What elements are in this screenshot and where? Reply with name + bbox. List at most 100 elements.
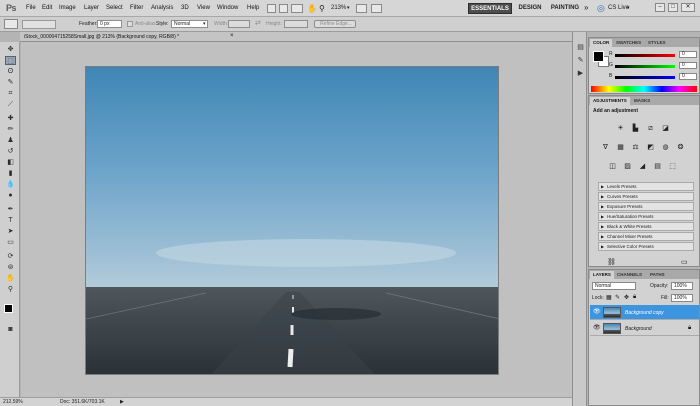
- tab-adjustments[interactable]: ADJUSTMENTS: [590, 97, 630, 105]
- brightness-contrast-icon[interactable]: ☀: [616, 124, 625, 133]
- menu-3d[interactable]: 3D: [181, 5, 189, 11]
- lasso-tool-icon[interactable]: ʘ: [5, 67, 16, 76]
- antialias-checkbox[interactable]: [127, 21, 133, 27]
- chevron-down-icon[interactable]: ▾: [627, 5, 630, 11]
- menu-edit[interactable]: Edit: [42, 5, 52, 11]
- gradient-tool-icon[interactable]: ▮: [5, 169, 16, 178]
- foreground-color-swatch[interactable]: [4, 304, 13, 313]
- history-brush-tool-icon[interactable]: ↺: [5, 147, 16, 156]
- red-slider[interactable]: R 0: [609, 51, 699, 59]
- refine-edge-button[interactable]: Refine Edge...: [314, 20, 356, 28]
- clip-to-layer-icon[interactable]: ⛓: [607, 258, 616, 266]
- eraser-tool-icon[interactable]: ◧: [5, 158, 16, 167]
- shape-tool-icon[interactable]: ▭: [5, 238, 16, 247]
- arrange-documents-icon[interactable]: [356, 4, 367, 13]
- menu-help[interactable]: Help: [247, 5, 259, 11]
- opacity-input[interactable]: 100%: [671, 282, 693, 290]
- document-tab[interactable]: iStock_000004715258Small.jpg @ 213% (Bac…: [20, 32, 572, 42]
- menu-layer[interactable]: Layer: [84, 5, 99, 11]
- 3d-orbit-tool-icon[interactable]: ⊚: [5, 263, 16, 272]
- minibridge-icon[interactable]: [279, 4, 288, 13]
- crop-tool-icon[interactable]: ⌗: [5, 89, 16, 98]
- tab-channels[interactable]: CHANNELS: [614, 271, 645, 279]
- black-white-icon[interactable]: ◩: [646, 143, 655, 152]
- zoom-readout[interactable]: 212.59%: [3, 399, 23, 405]
- clone-stamp-tool-icon[interactable]: ♟: [5, 136, 16, 145]
- panel-options-icon[interactable]: ▭: [681, 258, 688, 266]
- green-slider[interactable]: G 0: [609, 62, 699, 70]
- actions-panel-icon[interactable]: ▶: [576, 69, 585, 78]
- layer-row-background-copy[interactable]: 👁︎ Background copy: [590, 305, 699, 320]
- move-tool-icon[interactable]: ✥: [5, 45, 16, 54]
- preset-black-white[interactable]: Black & White Presets: [598, 222, 694, 231]
- feather-input[interactable]: 0 px: [97, 20, 122, 28]
- lock-all-icon[interactable]: 🔒︎: [633, 294, 636, 301]
- preset-exposure[interactable]: Exposure Presets: [598, 202, 694, 211]
- red-value[interactable]: 0: [679, 51, 697, 58]
- maximize-button[interactable]: □: [668, 3, 678, 12]
- dodge-tool-icon[interactable]: ●: [5, 191, 16, 200]
- menu-window[interactable]: Window: [217, 5, 238, 11]
- hue-saturation-icon[interactable]: ▦: [616, 143, 625, 152]
- tool-preset-icon[interactable]: [4, 19, 18, 29]
- tab-color[interactable]: COLOR: [590, 39, 613, 47]
- foreground-color-swatch[interactable]: [593, 51, 604, 62]
- preset-hue-saturation[interactable]: Hue/Saturation Presets: [598, 212, 694, 221]
- height-input[interactable]: [284, 20, 308, 28]
- color-balance-icon[interactable]: ⚖: [631, 143, 640, 152]
- eyedropper-tool-icon[interactable]: ⟋: [5, 100, 16, 109]
- brush-panel-icon[interactable]: ✎: [576, 56, 585, 65]
- green-value[interactable]: 0: [679, 62, 697, 69]
- preset-curves[interactable]: Curves Presets: [598, 192, 694, 201]
- blur-tool-icon[interactable]: 💧: [5, 180, 16, 189]
- zoom-level[interactable]: 213%: [331, 5, 346, 11]
- width-input[interactable]: [228, 20, 250, 28]
- gradient-map-icon[interactable]: ▤: [653, 162, 662, 171]
- screen-mode-icon[interactable]: [371, 4, 382, 13]
- healing-brush-tool-icon[interactable]: ✚: [5, 114, 16, 123]
- marquee-tool-icon[interactable]: ⬚: [5, 56, 16, 65]
- exposure-icon[interactable]: ◪: [661, 124, 670, 133]
- 3d-rotate-tool-icon[interactable]: ⟳: [5, 252, 16, 261]
- menu-file[interactable]: File: [26, 5, 36, 11]
- lock-image-icon[interactable]: ✎: [615, 294, 620, 301]
- photo-filter-icon[interactable]: ◍: [661, 143, 670, 152]
- preset-levels[interactable]: Levels Presets: [598, 182, 694, 191]
- workspace-painting[interactable]: PAINTING: [549, 3, 581, 14]
- bridge-icon[interactable]: [267, 4, 276, 13]
- hand-icon[interactable]: ✋: [307, 4, 317, 13]
- menu-filter[interactable]: Filter: [130, 5, 143, 11]
- zoom-tool-icon[interactable]: ⚲: [5, 285, 16, 294]
- tab-masks[interactable]: MASKS: [631, 97, 653, 105]
- blend-mode-select[interactable]: Normal: [592, 282, 636, 290]
- path-selection-tool-icon[interactable]: ➤: [5, 227, 16, 236]
- lock-position-icon[interactable]: ✥: [624, 294, 629, 301]
- cs-live-button[interactable]: CS Live: [608, 5, 629, 11]
- chevron-down-icon[interactable]: ▾: [347, 5, 350, 11]
- visibility-eye-icon[interactable]: 👁︎: [593, 308, 601, 315]
- history-panel-icon[interactable]: ▤: [576, 43, 585, 52]
- status-menu-icon[interactable]: ▶: [120, 399, 124, 405]
- lock-transparency-icon[interactable]: ▦: [606, 294, 612, 301]
- levels-icon[interactable]: ▙: [631, 124, 640, 133]
- vibrance-icon[interactable]: ∇: [601, 143, 610, 152]
- tab-swatches[interactable]: SWATCHES: [613, 39, 644, 47]
- workspace-design[interactable]: DESIGN: [515, 3, 545, 14]
- menu-view[interactable]: View: [197, 5, 210, 11]
- curves-icon[interactable]: ⧄: [646, 124, 655, 133]
- invert-icon[interactable]: ◫: [608, 162, 617, 171]
- visibility-eye-icon[interactable]: 👁︎: [593, 324, 601, 331]
- document-image[interactable]: [85, 66, 499, 375]
- swap-icon[interactable]: ⇄: [255, 19, 261, 27]
- more-workspaces-button[interactable]: »: [584, 3, 588, 12]
- layer-row-background[interactable]: 👁︎ Background 🔒︎: [590, 321, 699, 336]
- color-ramp[interactable]: [591, 86, 697, 92]
- threshold-icon[interactable]: ◢: [638, 162, 647, 171]
- preset-channel-mixer[interactable]: Channel Mixer Presets: [598, 232, 694, 241]
- fill-input[interactable]: 100%: [671, 294, 693, 302]
- close-button[interactable]: ✕: [681, 3, 695, 12]
- menu-image[interactable]: Image: [59, 5, 76, 11]
- blue-slider[interactable]: B 0: [609, 73, 699, 81]
- hand-tool-icon[interactable]: ✋: [5, 274, 16, 283]
- blue-value[interactable]: 0: [679, 73, 697, 80]
